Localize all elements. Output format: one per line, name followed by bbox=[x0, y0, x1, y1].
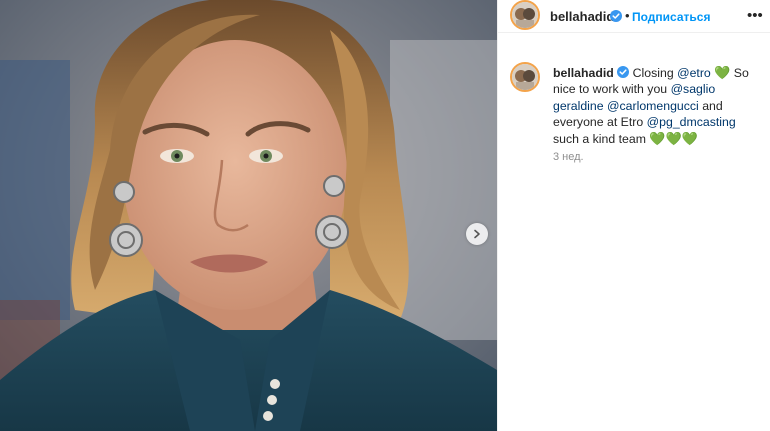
header-username[interactable]: bellahadid bbox=[550, 9, 614, 24]
caption-segment: such a kind team bbox=[553, 131, 650, 146]
post-timestamp[interactable]: 3 нед. bbox=[553, 151, 584, 163]
green-heart-icon: 💚 bbox=[714, 65, 731, 80]
verified-badge-icon bbox=[617, 66, 630, 78]
post-side-panel: bellahadid • Подписаться ••• bellahadid … bbox=[497, 0, 770, 431]
chevron-right-icon bbox=[474, 229, 480, 239]
mention-link[interactable]: @etro bbox=[677, 66, 711, 80]
green-hearts-icon: 💚💚💚 bbox=[649, 130, 698, 146]
avatar[interactable] bbox=[510, 62, 540, 92]
post-image bbox=[0, 0, 497, 431]
post-photo bbox=[0, 0, 497, 431]
caption-username[interactable]: bellahadid bbox=[553, 66, 614, 80]
verified-badge-icon bbox=[610, 10, 622, 22]
caption-text: bellahadid Closing @etro 💚 So nice to wo… bbox=[553, 65, 763, 147]
post-header: bellahadid • Подписаться ••• bbox=[498, 0, 770, 33]
separator-dot: • bbox=[625, 8, 630, 23]
avatar[interactable] bbox=[510, 0, 540, 30]
next-photo-button[interactable] bbox=[466, 223, 488, 245]
caption-segment: Closing bbox=[632, 66, 678, 80]
mention-link[interactable]: @pg_dmcasting bbox=[647, 115, 736, 129]
follow-button[interactable]: Подписаться bbox=[632, 10, 710, 24]
more-options-icon[interactable]: ••• bbox=[747, 8, 763, 23]
mention-link[interactable]: @carlomengucci bbox=[607, 99, 699, 113]
